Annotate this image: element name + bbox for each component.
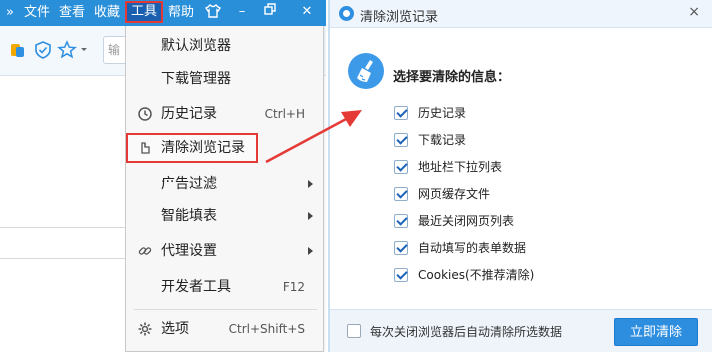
shortcut-label: F12 — [282, 280, 305, 294]
option-label: 地址栏下拉列表 — [418, 160, 503, 174]
star-icon[interactable] — [57, 40, 77, 60]
submenu-arrow-icon — [308, 247, 313, 255]
divider — [0, 227, 126, 228]
menu-bar: » 文件 查看 收藏 工具 帮助 – ✕ — [0, 0, 326, 26]
close-icon[interactable]: ✕ — [299, 3, 315, 21]
restore-icon[interactable] — [262, 3, 278, 21]
checkbox[interactable] — [394, 133, 408, 147]
auto-clear-checkbox[interactable] — [347, 324, 361, 338]
dialog-footer: 每次关闭浏览器后自动清除所选数据 立即清除 — [330, 309, 712, 352]
checkbox[interactable] — [394, 106, 408, 120]
divider — [0, 258, 126, 259]
browser-window: » 文件 查看 收藏 工具 帮助 – ✕ 输 默认浏览器 下载管理器 历史记录 … — [0, 0, 330, 352]
menu-item-label: 历史记录 — [161, 106, 217, 122]
menu-item-label: 默认浏览器 — [161, 38, 231, 54]
menu-item-label: 下载管理器 — [161, 71, 231, 87]
checkbox[interactable] — [394, 268, 408, 282]
menu-file[interactable]: 文件 — [24, 4, 50, 22]
clear-prompt: 选择要清除的信息： — [393, 70, 511, 85]
menu-item-label: 广告过滤 — [161, 176, 217, 192]
gear-icon — [137, 321, 153, 337]
auto-clear-label: 每次关闭浏览器后自动清除所选数据 — [370, 325, 563, 339]
submenu-arrow-icon — [308, 180, 313, 188]
checkbox[interactable] — [394, 214, 408, 228]
menu-view[interactable]: 查看 — [59, 4, 85, 22]
menu-item-clear-browsing-data[interactable]: 清除浏览记录 ... — [126, 133, 258, 186]
option-label: 网页缓存文件 — [418, 187, 491, 201]
menu-item-label: 开发者工具 — [161, 279, 231, 295]
option-label: 自动填写的表单数据 — [418, 241, 527, 255]
clear-icon — [137, 140, 153, 156]
menu-favorites[interactable]: 收藏 — [94, 4, 120, 22]
dialog-close-button[interactable]: × — [688, 4, 700, 20]
broom-icon — [348, 53, 384, 89]
menu-divider — [134, 309, 317, 310]
shortcut-label: Ctrl+H — [264, 107, 305, 121]
link-icon — [137, 243, 153, 259]
menu-tools[interactable]: 工具 — [124, 1, 164, 23]
dialog-titlebar: 清除浏览记录 × — [330, 0, 712, 28]
option-label: Cookies(不推荐清除) — [418, 268, 535, 282]
menu-item-label: 智能填表 — [161, 208, 217, 224]
menu-item-history[interactable]: 历史记录 Ctrl+H — [126, 99, 323, 129]
minimize-icon[interactable]: – — [234, 3, 250, 21]
chevron-down-icon[interactable] — [79, 43, 99, 63]
checkbox[interactable] — [394, 241, 408, 255]
submenu-arrow-icon — [308, 212, 313, 220]
clock-icon — [137, 106, 153, 122]
checkbox[interactable] — [394, 187, 408, 201]
menu-item-label: 选项 — [161, 321, 189, 337]
menu-item-default-browser[interactable]: 默认浏览器 — [126, 31, 323, 61]
option-label: 历史记录 — [418, 106, 467, 120]
menu-help[interactable]: 帮助 — [168, 4, 194, 22]
option-label: 下载记录 — [418, 133, 467, 147]
menu-item-proxy-settings[interactable]: 代理设置 — [126, 236, 323, 266]
browser-logo-icon — [339, 6, 354, 21]
extension-icon[interactable] — [8, 40, 28, 60]
dialog-title: 清除浏览记录 — [360, 10, 439, 25]
tools-menu: 默认浏览器 下载管理器 历史记录 Ctrl+H 清除浏览记录 ... 广告过滤 … — [125, 26, 324, 352]
shortcut-label: Ctrl+Shift+S — [228, 322, 305, 336]
menu-separator-icon: » — [6, 5, 14, 20]
skin-icon[interactable] — [204, 3, 222, 25]
clear-now-button[interactable]: 立即清除 — [614, 318, 698, 346]
menu-item-download-manager[interactable]: 下载管理器 — [126, 64, 323, 94]
menu-item-ad-filter[interactable]: 广告过滤 — [126, 169, 323, 199]
option-label: 最近关闭网页列表 — [418, 214, 515, 228]
shield-icon[interactable] — [33, 40, 53, 60]
menu-item-options[interactable]: 选项 Ctrl+Shift+S — [126, 314, 323, 344]
menu-item-label: 代理设置 — [161, 243, 217, 259]
clear-browsing-dialog: 清除浏览记录 × 选择要清除的信息： 历史记录 下载记录 地址栏下拉列表 网页缓… — [328, 0, 712, 352]
menu-item-developer-tools[interactable]: 开发者工具 F12 — [126, 272, 323, 302]
menu-item-smart-fill[interactable]: 智能填表 — [126, 201, 323, 231]
checkbox[interactable] — [394, 160, 408, 174]
